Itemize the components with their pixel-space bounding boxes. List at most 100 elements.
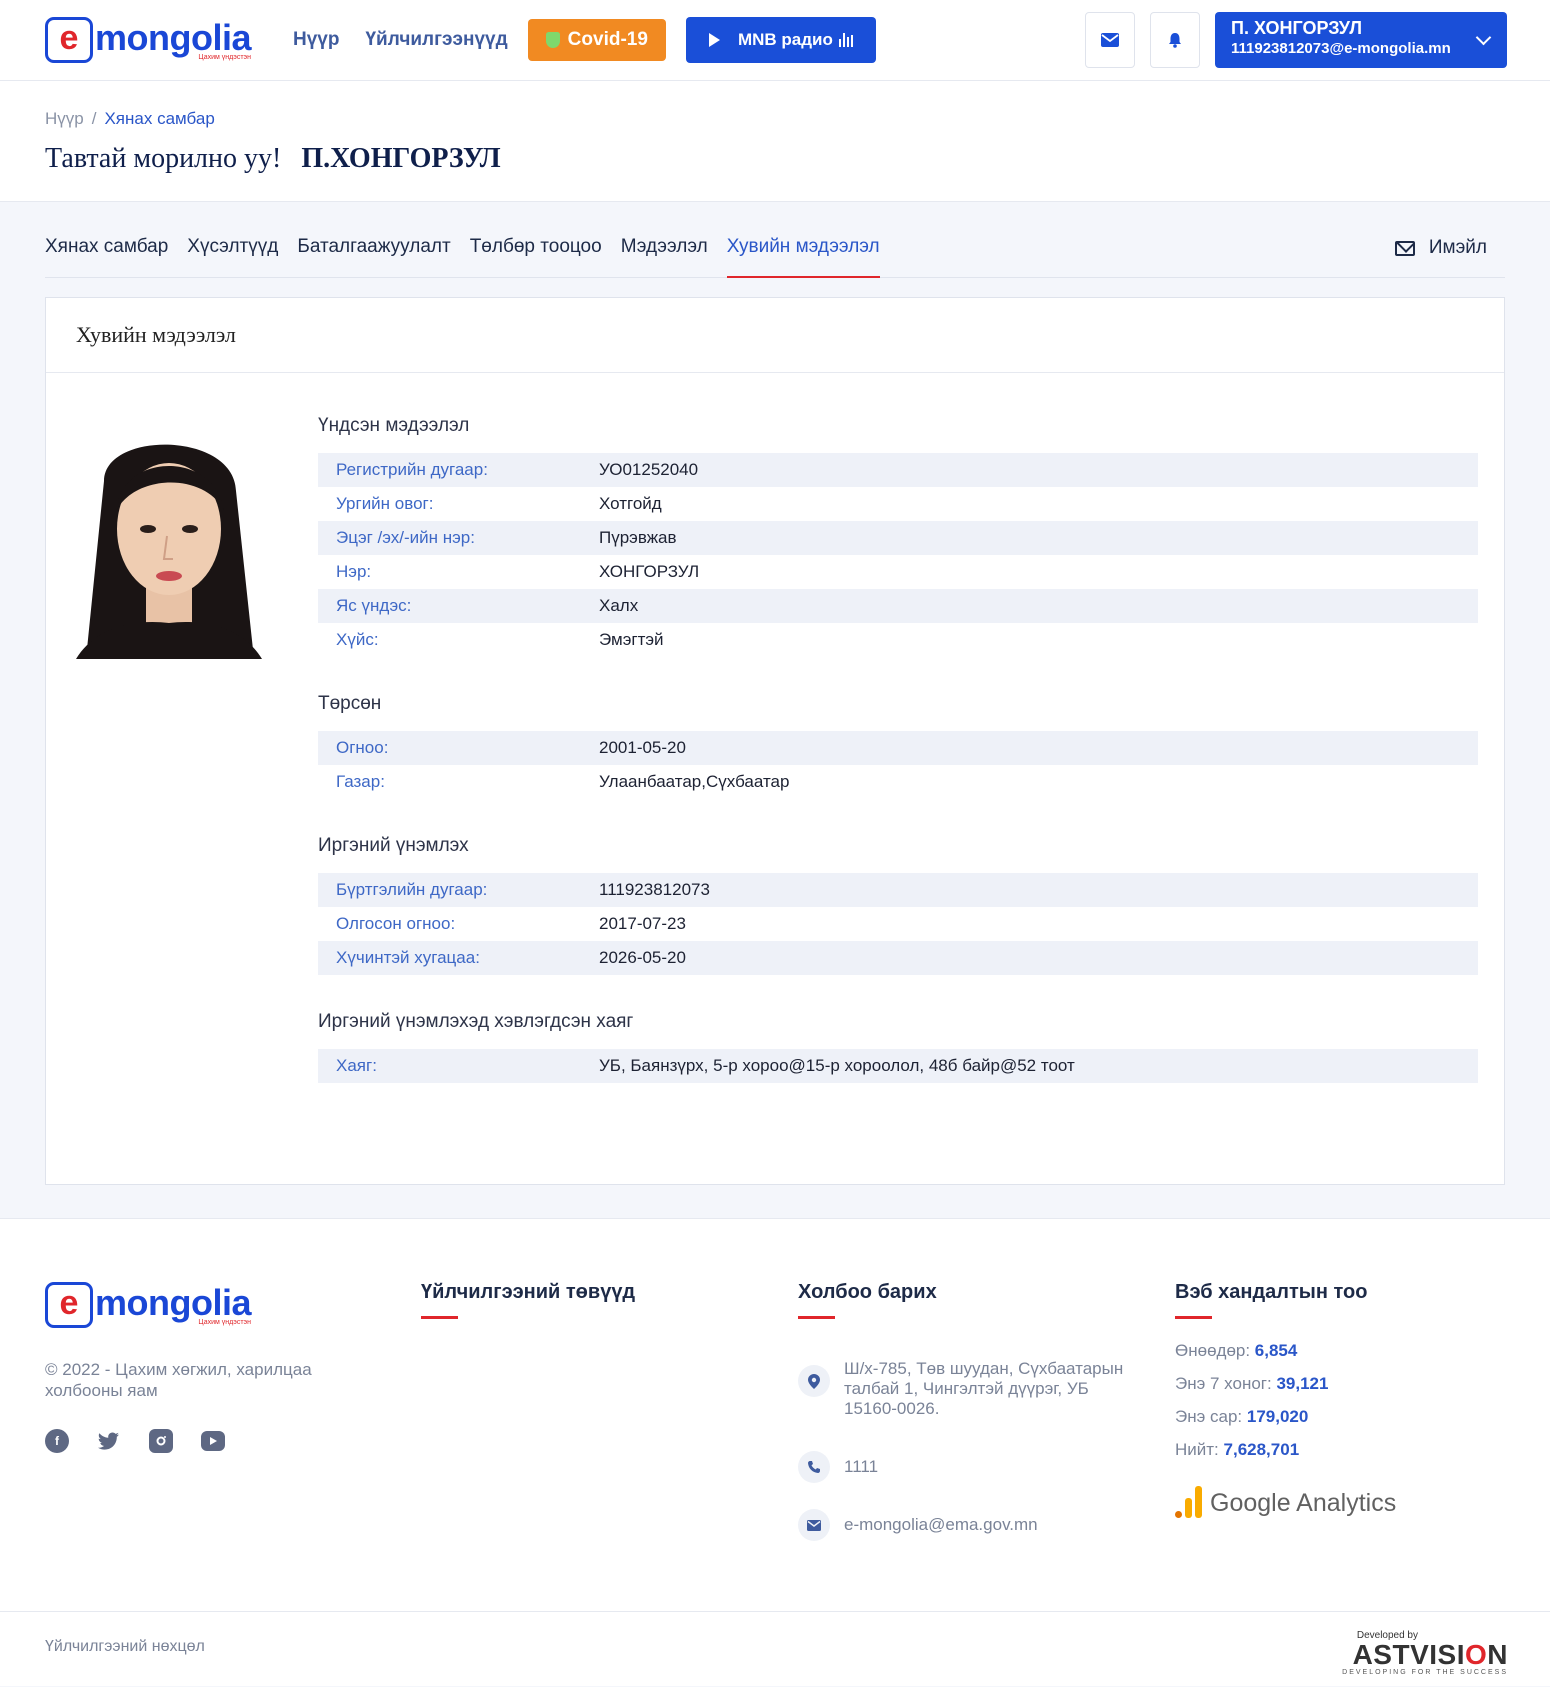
location-pin-icon bbox=[798, 1365, 830, 1397]
contact-email[interactable]: e-mongolia@ema.gov.mn bbox=[798, 1509, 1038, 1541]
phone-icon bbox=[798, 1451, 830, 1483]
tab-dashboard[interactable]: Хянах самбар bbox=[45, 236, 168, 278]
card-title: Хувийн мэдээлэл bbox=[46, 298, 1504, 373]
tab-bar: Хянах самбар Хүсэлтүүд Баталгаажуулалт Т… bbox=[45, 202, 1505, 278]
info-label: Нэр: bbox=[336, 562, 372, 581]
greeting-text: Тавтай морилно уу! bbox=[45, 143, 282, 174]
id-card-info-list: Бүртгэлийн дугаар: 111923812073 Олгосон о… bbox=[318, 873, 1478, 975]
breadcrumb-home[interactable]: Нүүр bbox=[45, 109, 84, 128]
personal-info-card: Хувийн мэдээлэл Үндсэн мэдээлэл Регистри… bbox=[45, 297, 1505, 1185]
info-label: Хаяг: bbox=[336, 1056, 377, 1075]
section-title-id-card: Иргэний үнэмлэх bbox=[318, 835, 469, 856]
covid-label: Covid-19 bbox=[567, 29, 648, 50]
info-value: 2001-05-20 bbox=[599, 738, 686, 757]
section-title-address: Иргэний үнэмлэхэд хэвлэгдсэн хаяг bbox=[318, 1011, 634, 1032]
breadcrumb: Нүүр / Хянах самбар bbox=[45, 109, 215, 128]
stat-month: Энэ сар: 179,020 bbox=[1175, 1407, 1309, 1426]
mnb-radio-button[interactable]: MNB радио bbox=[685, 17, 876, 63]
tab-verification[interactable]: Баталгаажуулалт bbox=[297, 236, 450, 278]
contact-address: Ш/х-785, Төв шуудан, Сүхбаатарын талбай … bbox=[798, 1359, 1134, 1419]
address-info-list: Хаяг: УБ, Баянзүрх, 5-р хороо@15-р хороол… bbox=[318, 1049, 1478, 1083]
address-text: Ш/х-785, Төв шуудан, Сүхбаатарын талбай … bbox=[844, 1359, 1124, 1418]
title-underline bbox=[798, 1316, 835, 1319]
email-text: e-mongolia@ema.gov.mn bbox=[844, 1515, 1038, 1534]
user-email: 111923812073@e-mongolia.mn bbox=[1231, 40, 1451, 57]
stats-column: Вэб хандалтын тоо Өнөөдөр: 6,854 Энэ 7 х… bbox=[1175, 1281, 1396, 1518]
logo-subtitle: Цахим үндэстэн bbox=[198, 53, 251, 61]
nav-home-link[interactable]: Нүүр bbox=[293, 29, 339, 51]
tab-personal-info[interactable]: Хувийн мэдээлэл bbox=[726, 236, 880, 278]
twitter-icon[interactable] bbox=[97, 1429, 121, 1453]
info-label: Регистрийн дугаар: bbox=[336, 460, 488, 479]
welcome-section: Нүүр / Хянах самбар Тавтай морилно уу! П.ХО… bbox=[0, 81, 1550, 202]
instagram-icon[interactable] bbox=[149, 1429, 173, 1453]
nav-services-link[interactable]: Үйлчилгээнүүд bbox=[365, 29, 507, 51]
info-value: УБ, Баянзүрх, 5-р хороо@15-р хороолол, 4… bbox=[599, 1056, 1075, 1075]
e-mongolia-logo[interactable]: e mongolia Цахим үндэстэн bbox=[45, 16, 252, 64]
info-row: Эцэг /эх/-ийн нэр: Пүрэвжав bbox=[318, 521, 1478, 555]
info-label: Бүртгэлийн дугаар: bbox=[336, 880, 488, 899]
services-title[interactable]: Үйлчилгээний төвүүд bbox=[421, 1281, 635, 1304]
info-value: 2017-07-23 bbox=[599, 914, 686, 933]
footer-bottom-bar: Үйлчилгээний нөхцөл Developed by ASTVISI… bbox=[0, 1611, 1550, 1687]
footer-logo[interactable]: e mongolia Цахим үндэстэн bbox=[45, 1281, 252, 1329]
info-value: Хотгойд bbox=[599, 494, 662, 513]
stats-title: Вэб хандалтын тоо bbox=[1175, 1281, 1368, 1303]
info-value: ХОНГОРЗУЛ bbox=[599, 562, 700, 581]
social-links: f bbox=[45, 1429, 225, 1453]
user-menu-button[interactable]: П. ХОНГОРЗУЛ 111923812073@e-mongolia.mn bbox=[1215, 12, 1507, 68]
terms-link[interactable]: Үйлчилгээний нөхцөл bbox=[45, 1638, 205, 1656]
services-column: Үйлчилгээний төвүүд bbox=[421, 1281, 635, 1319]
email-tab-label: Имэйл bbox=[1428, 237, 1487, 258]
contact-column: Холбоо барих Ш/х-785, Төв шуудан, Сүхбаа… bbox=[798, 1281, 1138, 1581]
info-row: Олгосон огноо: 2017-07-23 bbox=[318, 907, 1478, 941]
info-row: Хүйс: Эмэгтэй bbox=[318, 623, 1478, 657]
info-value: Улаанбаатар,Сүхбаатар bbox=[599, 772, 790, 791]
info-value: УО01252040 bbox=[599, 460, 699, 479]
astvision-tagline: DEVELOPING FOR THE SUCCESS bbox=[1342, 1669, 1508, 1676]
astvision-wordmark: ASTVISION bbox=[1352, 1639, 1508, 1670]
tab-payments[interactable]: Төлбөр тооцоо bbox=[470, 236, 602, 278]
footer: e mongolia Цахим үндэстэн © 2022 - Цахим… bbox=[0, 1218, 1550, 1686]
tab-information[interactable]: Мэдээлэл bbox=[621, 236, 708, 278]
tab-requests[interactable]: Хүсэлтүүд bbox=[187, 236, 278, 278]
stat-total: Нийт: 7,628,701 bbox=[1175, 1440, 1300, 1459]
profile-photo bbox=[76, 411, 262, 659]
info-row: Хүчинтэй хугацаа: 2026-05-20 bbox=[318, 941, 1478, 975]
info-row: Бүртгэлийн дугаар: 111923812073 bbox=[318, 873, 1478, 907]
facebook-icon[interactable]: f bbox=[45, 1429, 69, 1453]
copyright-text: © 2022 - Цахим хөгжил, харилцаа холбооны… bbox=[45, 1360, 312, 1400]
info-label: Олгосон огноо: bbox=[336, 914, 456, 933]
greeting-name: П.ХОНГОРЗУЛ bbox=[301, 143, 501, 174]
basic-info-list: Регистрийн дугаар: УО01252040 Ургийн овог… bbox=[318, 453, 1478, 657]
info-value: 2026-05-20 bbox=[599, 948, 686, 967]
logo-e-letter: e bbox=[45, 17, 93, 63]
breadcrumb-dashboard[interactable]: Хянах самбар bbox=[104, 109, 214, 128]
messages-button[interactable] bbox=[1085, 12, 1135, 68]
info-label: Ургийн овог: bbox=[336, 494, 434, 513]
shield-icon bbox=[545, 32, 560, 48]
youtube-icon[interactable] bbox=[201, 1431, 225, 1451]
info-value: Эмэгтэй bbox=[599, 630, 664, 649]
email-tab[interactable]: Имэйл bbox=[1394, 237, 1487, 259]
info-sections: Үндсэн мэдээлэл Регистрийн дугаар: УО0125… bbox=[318, 415, 1478, 1119]
astvision-logo[interactable]: Developed by ASTVISION DEVELOPING FOR TH… bbox=[1342, 1630, 1508, 1676]
logo-subtitle: Цахим үндэстэн bbox=[198, 1318, 251, 1326]
info-row: Нэр: ХОНГОРЗУЛ bbox=[318, 555, 1478, 589]
notifications-button[interactable] bbox=[1150, 12, 1200, 68]
info-row: Газар: Улаанбаатар,Сүхбаатар bbox=[318, 765, 1478, 799]
google-analytics-badge: Google Analytics bbox=[1175, 1486, 1396, 1518]
mail-icon bbox=[798, 1509, 830, 1541]
bell-icon bbox=[1169, 33, 1181, 48]
top-navbar: e mongolia Цахим үндэстэн Нүүр Үйлчилгээ… bbox=[0, 0, 1550, 81]
phone-text: 1111 bbox=[844, 1457, 879, 1476]
mail-icon bbox=[1101, 33, 1119, 47]
logo-e-letter: e bbox=[45, 1282, 93, 1328]
covid-button[interactable]: Covid-19 bbox=[527, 19, 666, 61]
title-underline bbox=[1175, 1316, 1212, 1319]
stat-week: Энэ 7 хоног: 39,121 bbox=[1175, 1374, 1329, 1393]
page-title: Тавтай морилно уу! П.ХОНГОРЗУЛ bbox=[45, 143, 1505, 175]
info-label: Огноо: bbox=[336, 738, 389, 757]
contact-phone[interactable]: 1111 bbox=[798, 1451, 878, 1483]
analytics-icon bbox=[1175, 1486, 1202, 1518]
